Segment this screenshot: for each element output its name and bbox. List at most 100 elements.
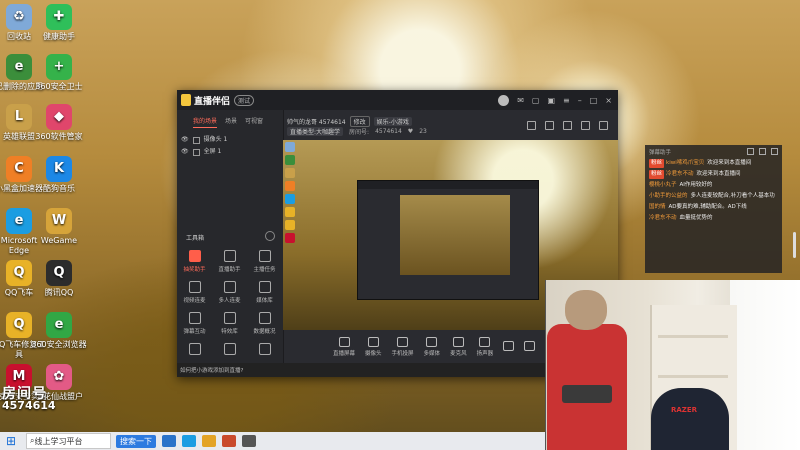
desktop-icon-label: 健康助手 <box>43 32 75 41</box>
layer-list: 👁 摄像头 1 👁 全屏 1 <box>177 128 283 158</box>
settings-icon[interactable] <box>581 121 590 130</box>
version-badge[interactable]: 测试 <box>234 94 255 106</box>
toolbox-item[interactable] <box>212 343 247 358</box>
shirt-icon[interactable]: ▣ <box>547 96 555 105</box>
toolbox-item[interactable]: 多人连麦 <box>212 281 247 304</box>
menu-icon[interactable]: ≡ <box>563 96 570 105</box>
danmaku-user[interactable]: 冷君东不动 <box>666 171 694 177</box>
toolbox-item[interactable]: 直播助手 <box>212 250 247 273</box>
preview-icon <box>285 142 295 152</box>
danmaku-text: AD要真的难,辅助配合。AD下线 <box>668 204 747 210</box>
danmaku-message: 粉丝 冷君东不动 欢迎来到本直播间 <box>645 169 782 180</box>
room-action-icons <box>527 121 608 130</box>
taskbar-search-input[interactable]: ⌕ 线上学习平台 <box>26 433 111 449</box>
app-name: 直播伴侣 <box>194 96 231 107</box>
app-taskbar-icon[interactable] <box>242 435 256 447</box>
desktop-icon[interactable]: e 360安全浏览器 <box>30 312 88 350</box>
danmaku-user[interactable]: 樱桃小丸子 <box>649 182 677 188</box>
danmaku-title: 弹幕助手 <box>649 149 672 156</box>
toolbox-item[interactable] <box>177 343 212 358</box>
toolbox-item[interactable]: 媒体库 <box>247 281 282 304</box>
close-icon[interactable] <box>771 148 778 155</box>
eye-icon[interactable]: 👁 <box>181 134 189 146</box>
danmaku-user[interactable]: 冷君东不动 <box>649 215 677 221</box>
control-icon <box>338 336 350 347</box>
layout-icon[interactable] <box>563 121 572 130</box>
windows-start-icon[interactable]: ⊞ <box>0 432 22 450</box>
toolbox-item[interactable]: 主播任务 <box>247 250 282 273</box>
explorer-taskbar-icon[interactable] <box>202 435 216 447</box>
control-button[interactable]: 摄像头 <box>365 336 382 357</box>
danmaku-user[interactable]: kiwi嗦鸡爪宝贝 <box>666 160 704 166</box>
toolbox-item[interactable]: 抽奖助手 <box>177 250 212 273</box>
edge-taskbar-icon[interactable] <box>182 435 196 447</box>
tool-label: 多人连麦 <box>218 298 241 304</box>
layer-fullscreen[interactable]: 👁 全屏 1 <box>181 146 283 158</box>
settings-icon[interactable] <box>759 148 766 155</box>
preview-icon <box>285 168 295 178</box>
tab-my-scene[interactable]: 我的场景 <box>193 116 218 128</box>
toolbox-item[interactable]: 特效库 <box>212 312 247 335</box>
toolbox-item[interactable]: 数据概况 <box>247 312 282 335</box>
tool-label: 视频连麦 <box>183 298 206 304</box>
taskbar-search-text: 线上学习平台 <box>34 436 83 446</box>
opacity-slider[interactable] <box>793 232 796 258</box>
control-icon <box>452 336 464 347</box>
chat-icon[interactable]: ▢ <box>532 96 540 105</box>
control-button[interactable] <box>503 340 515 353</box>
close-icon[interactable]: × <box>605 96 612 105</box>
live-companion-taskbar-icon[interactable] <box>222 435 236 447</box>
lock-icon[interactable] <box>747 148 754 155</box>
desktop-icon[interactable]: K 酷狗音乐 <box>30 156 88 194</box>
control-button[interactable]: 扬声器 <box>477 336 493 357</box>
record-icon[interactable] <box>545 121 554 130</box>
room-watermark: 房间号 4574614 <box>2 387 56 412</box>
control-button[interactable] <box>524 340 536 353</box>
lock-icon[interactable] <box>192 136 200 144</box>
room-label: 房间号: <box>349 129 370 136</box>
control-button[interactable]: 直播屏幕 <box>333 336 355 357</box>
toolbox-grid: 抽奖助手 直播助手 主播任务视频连麦 多人连麦 媒体库弹幕互动 特效库 数据概况 <box>177 250 283 358</box>
tip-text: 如何把小游戏添加到直播? <box>180 368 244 374</box>
danmaku-user[interactable]: 小助手的公益的 <box>649 193 688 199</box>
desktop-icon-label: WeGame <box>40 236 78 245</box>
taskview-icon[interactable] <box>162 435 176 447</box>
share-icon[interactable] <box>599 121 608 130</box>
category-chip[interactable]: 娱乐-小游戏 <box>373 117 412 126</box>
toolbox-item[interactable] <box>247 343 282 358</box>
xiaoheihe-accelerator-icon: C <box>6 156 32 182</box>
toolbox-collapse-icon[interactable] <box>265 231 275 241</box>
preview-icon <box>285 207 295 217</box>
danmaku-user[interactable]: 国的情 <box>649 204 666 210</box>
tab-visible[interactable]: 可视窗 <box>245 116 263 128</box>
tool-label: 抽奖助手 <box>183 267 206 273</box>
tool-label: 特效库 <box>221 329 238 335</box>
tab-scene[interactable]: 场景 <box>225 116 237 128</box>
eye-icon[interactable]: 👁 <box>181 146 189 158</box>
avatar[interactable] <box>498 94 510 106</box>
desktop-icon[interactable]: ◆ 360软件管家 <box>30 104 88 142</box>
layer-camera[interactable]: 👁 摄像头 1 <box>181 134 283 146</box>
toolbox-item[interactable]: 弹幕互动 <box>177 312 212 335</box>
lock-icon[interactable] <box>527 121 536 130</box>
edit-button[interactable]: 修改 <box>349 116 370 127</box>
desktop-icon[interactable]: +360安全卫士 <box>30 54 88 92</box>
streamer-head <box>565 290 607 330</box>
control-button[interactable]: 手机投屏 <box>392 336 414 357</box>
desktop-icon[interactable]: ✚ 健康助手 <box>30 4 88 42</box>
phone <box>562 385 612 403</box>
help-tip[interactable]: 如何把小游戏添加到直播? <box>177 363 286 377</box>
stream-type-chip[interactable]: 直播类型:大咖趣学 <box>287 127 344 136</box>
preview-icon <box>285 220 295 230</box>
minimize-icon[interactable]: – <box>578 96 582 105</box>
taskbar-search-button[interactable]: 搜索一下 <box>116 434 156 448</box>
toolbox-item[interactable]: 视频连麦 <box>177 281 212 304</box>
lock-icon[interactable] <box>192 148 200 156</box>
maximize-icon[interactable]: □ <box>590 96 598 105</box>
desktop-icon[interactable]: W WeGame <box>30 208 88 246</box>
control-button[interactable]: 麦克风 <box>450 336 467 357</box>
room-info-bar: 帅气的龙哥 4574614 修改 娱乐-小游戏 直播类型:大咖趣学 房间号: 4… <box>283 110 618 140</box>
mail-icon[interactable]: ✉ <box>517 96 524 105</box>
control-button[interactable]: 多媒体 <box>424 336 440 357</box>
desktop-icon[interactable]: Q 腾讯QQ <box>30 260 88 298</box>
